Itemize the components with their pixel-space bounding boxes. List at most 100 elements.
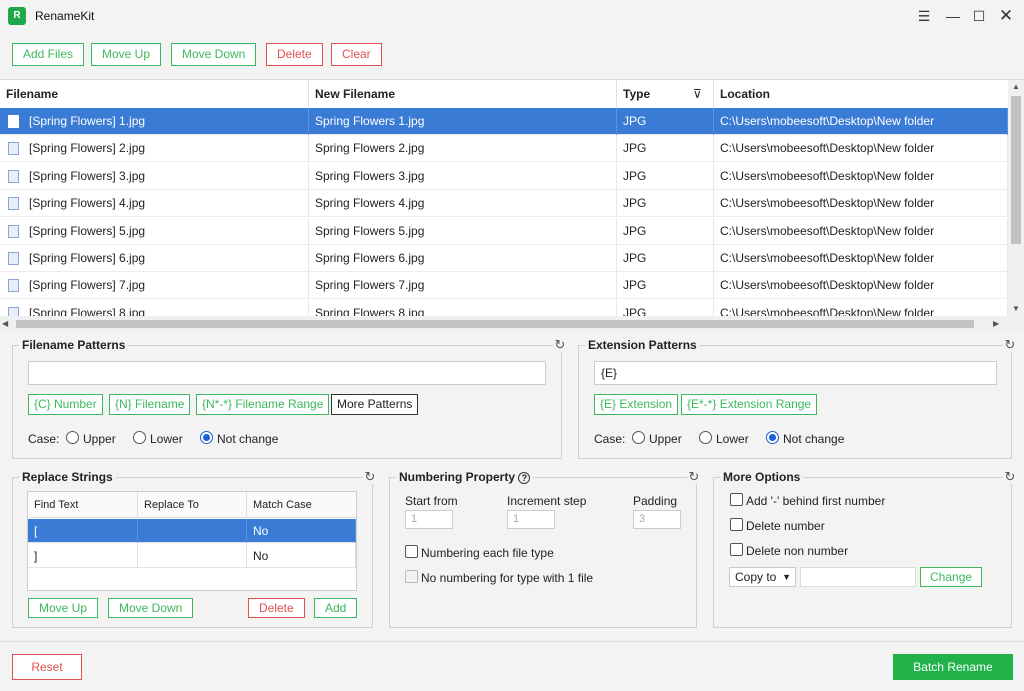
more-patterns-button[interactable]: More Patterns <box>331 394 419 415</box>
copy-to-path-input[interactable] <box>800 567 916 587</box>
table-row[interactable]: [Spring Flowers] 1.jpg Spring Flowers 1.j… <box>0 108 1008 135</box>
scroll-left-icon[interactable]: ◀ <box>2 316 8 332</box>
table-row[interactable]: [Spring Flowers] 6.jpg Spring Flowers 6.j… <box>0 245 1008 272</box>
increment-step-input[interactable]: 1 <box>507 510 555 529</box>
ext-case-lower-label: Lower <box>716 432 749 446</box>
horizontal-scroll-thumb[interactable] <box>16 320 974 328</box>
column-header-find-text[interactable]: Find Text <box>28 492 138 518</box>
cell-location: C:\Users\mobeesoft\Desktop\New folder <box>714 190 1008 218</box>
delete-number-label: Delete number <box>746 519 825 533</box>
refresh-icon[interactable]: ↻ <box>553 338 567 352</box>
filename-pattern-button[interactable]: {N} Filename <box>109 394 191 415</box>
replace-delete-button[interactable]: Delete <box>248 598 305 618</box>
horizontal-scrollbar[interactable]: ◀ ▶ <box>0 316 1024 332</box>
table-row[interactable]: [Spring Flowers] 2.jpg Spring Flowers 2.j… <box>0 135 1008 163</box>
scroll-right-icon[interactable]: ▶ <box>993 316 999 332</box>
column-header-location[interactable]: Location <box>714 80 1008 108</box>
cell-type: JPG <box>617 299 714 316</box>
ext-case-lower-radio[interactable] <box>699 431 712 444</box>
delete-number-checkbox[interactable] <box>730 518 743 531</box>
cell-type: JPG <box>617 190 714 218</box>
number-pattern-button[interactable]: {C} Number <box>28 394 103 415</box>
file-table: Filename New Filename Type ⊽ Location [Sp… <box>0 79 1024 332</box>
cell-new-filename: Spring Flowers 5.jpg <box>309 217 617 245</box>
close-icon[interactable]: ✕ <box>994 6 1018 26</box>
add-dash-label: Add '-' behind first number <box>746 494 886 508</box>
case-lower-radio[interactable] <box>133 431 146 444</box>
move-up-button[interactable]: Move Up <box>91 43 162 66</box>
filename-pattern-input[interactable] <box>28 361 546 385</box>
start-from-label: Start from <box>405 494 458 508</box>
column-header-replace-to[interactable]: Replace To <box>138 492 247 518</box>
table-row[interactable]: [Spring Flowers] 3.jpg Spring Flowers 3.j… <box>0 162 1008 190</box>
extension-patterns-group: Extension Patterns ↻ {E} {E} Extension {… <box>578 338 1017 459</box>
table-row[interactable]: [Spring Flowers] 5.jpg Spring Flowers 5.j… <box>0 217 1008 245</box>
replace-move-down-button[interactable]: Move Down <box>108 598 194 618</box>
replace-row[interactable]: ] No <box>28 544 356 568</box>
increment-step-label: Increment step <box>507 494 587 508</box>
refresh-icon[interactable]: ↻ <box>1003 338 1017 352</box>
delete-button[interactable]: Delete <box>266 43 323 66</box>
column-header-type[interactable]: Type ⊽ <box>617 80 714 108</box>
case-upper-radio[interactable] <box>66 431 79 444</box>
refresh-icon[interactable]: ↻ <box>1003 470 1017 484</box>
add-files-button[interactable]: Add Files <box>12 43 85 66</box>
cell-type: JPG <box>617 272 714 300</box>
cell-new-filename: Spring Flowers 4.jpg <box>309 190 617 218</box>
batch-rename-button[interactable]: Batch Rename <box>893 654 1013 680</box>
start-from-input[interactable]: 1 <box>405 510 453 529</box>
replace-row[interactable]: [No <box>28 519 356 543</box>
maximize-icon[interactable]: ☐ <box>967 6 991 26</box>
vertical-scrollbar[interactable]: ▲ ▼ <box>1008 80 1024 316</box>
padding-input[interactable]: 3 <box>633 510 681 529</box>
cell-new-filename: Spring Flowers 2.jpg <box>309 135 617 163</box>
filter-icon[interactable]: ⊽ <box>693 80 702 108</box>
column-header-match-case[interactable]: Match Case <box>247 492 356 518</box>
more-options-group: More Options ↻ Add '-' behind first numb… <box>713 470 1017 628</box>
extension-pattern-button[interactable]: {E} Extension <box>594 394 679 415</box>
extension-range-button[interactable]: {E*-*} Extension Range <box>681 394 818 415</box>
cell-new-filename: Spring Flowers 1.jpg <box>309 108 617 135</box>
file-rows: [Spring Flowers] 1.jpg Spring Flowers 1.j… <box>0 108 1008 316</box>
table-row[interactable]: [Spring Flowers] 8.jpg Spring Flowers 8.j… <box>0 299 1008 316</box>
filename-range-button[interactable]: {N*-*} Filename Range <box>196 394 330 415</box>
extension-pattern-input[interactable]: {E} <box>594 361 997 385</box>
refresh-icon[interactable]: ↻ <box>363 470 377 484</box>
scroll-up-icon[interactable]: ▲ <box>1008 80 1024 94</box>
scroll-down-icon[interactable]: ▼ <box>1008 302 1024 316</box>
move-down-button[interactable]: Move Down <box>171 43 257 66</box>
hamburger-menu-icon[interactable]: ☰ <box>912 6 936 26</box>
column-header-type-label: Type <box>623 87 651 101</box>
ext-case-not-change-radio[interactable] <box>766 431 779 444</box>
column-header-new-filename[interactable]: New Filename <box>309 80 617 108</box>
cell-filename: [Spring Flowers] 3.jpg <box>0 162 309 190</box>
add-dash-checkbox[interactable] <box>730 493 743 506</box>
no-numbering-checkbox[interactable] <box>405 570 418 583</box>
refresh-icon[interactable]: ↻ <box>687 470 701 484</box>
cell-location: C:\Users\mobeesoft\Desktop\New folder <box>714 135 1008 163</box>
cell-find: [ <box>28 519 138 543</box>
table-row[interactable]: [Spring Flowers] 7.jpg Spring Flowers 7.j… <box>0 272 1008 300</box>
numbering-each-type-checkbox[interactable] <box>405 545 418 558</box>
case-not-change-radio[interactable] <box>200 431 213 444</box>
help-icon[interactable]: ? <box>518 472 531 484</box>
minimize-icon[interactable]: — <box>941 6 965 26</box>
replace-move-up-button[interactable]: Move Up <box>28 598 99 618</box>
cell-filename: [Spring Flowers] 1.jpg <box>0 108 309 135</box>
replace-add-button[interactable]: Add <box>314 598 358 618</box>
copy-to-select[interactable]: Copy to ▼ <box>729 567 796 587</box>
table-row[interactable]: [Spring Flowers] 4.jpg Spring Flowers 4.j… <box>0 190 1008 218</box>
case-label: Case: <box>594 432 626 446</box>
case-upper-label: Upper <box>83 432 116 446</box>
clear-button[interactable]: Clear <box>331 43 382 66</box>
ext-case-upper-radio[interactable] <box>632 431 645 444</box>
change-button[interactable]: Change <box>920 567 983 587</box>
cell-location: C:\Users\mobeesoft\Desktop\New folder <box>714 108 1008 135</box>
vertical-scroll-thumb[interactable] <box>1011 96 1021 244</box>
delete-non-number-checkbox[interactable] <box>730 543 743 556</box>
extension-patterns-title: Extension Patterns <box>585 338 700 352</box>
column-header-filename[interactable]: Filename <box>0 80 309 108</box>
replace-strings-table: Find Text Replace To Match Case [No] No <box>27 491 357 591</box>
reset-button[interactable]: Reset <box>12 654 82 680</box>
padding-label: Padding <box>633 494 678 508</box>
